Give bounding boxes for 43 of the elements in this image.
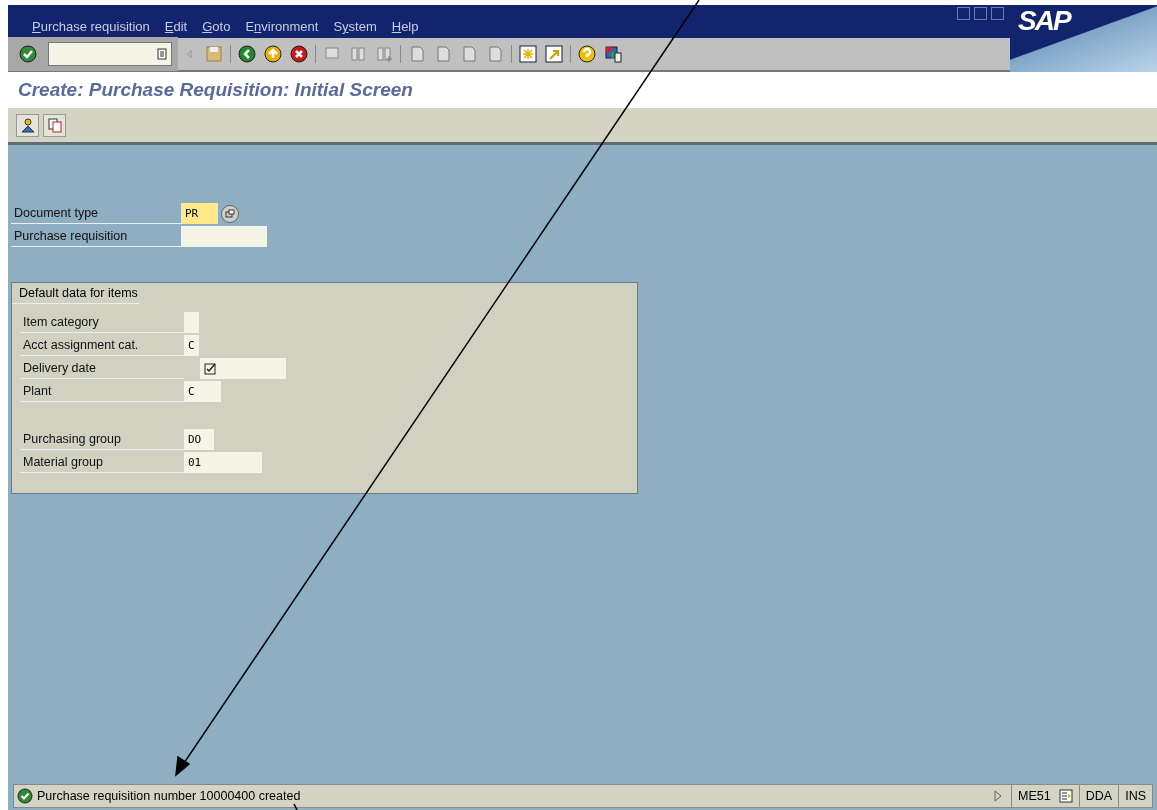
command-field[interactable] [48,42,172,66]
field-label: Delivery date [20,358,184,379]
exit-icon[interactable] [263,44,283,64]
enter-icon[interactable] [18,44,38,64]
history-icon [157,48,167,60]
input-field[interactable]: PR [181,203,218,224]
menu-item[interactable]: Purchase requisition [32,19,150,34]
save-icon[interactable] [204,44,224,64]
search-help-icon[interactable] [220,203,240,224]
new-session-icon[interactable] [518,44,538,64]
back-icon[interactable] [237,44,257,64]
input-field[interactable]: C [184,381,221,402]
restore-button[interactable] [974,7,987,20]
help-icon[interactable] [577,44,597,64]
input-field[interactable] [184,312,199,333]
screen-title: Create: Purchase Requisition: Initial Screen [18,79,413,101]
status-message: Purchase requisition number 10000400 created [36,789,301,803]
annotation-line [293,803,298,810]
menu-item[interactable]: Goto [202,19,231,34]
menu-item[interactable]: Environment [245,19,319,34]
person-icon[interactable] [16,113,39,137]
input-field[interactable] [200,358,286,379]
menu-item[interactable]: System [333,19,377,34]
logo: SAP [1010,5,1157,72]
insert-mode: INS [1118,785,1152,807]
find-next-icon[interactable] [374,44,394,64]
transaction-code: ME51 [1011,785,1079,807]
find-icon[interactable] [348,44,368,64]
layout-icon[interactable] [603,44,623,64]
input-field[interactable] [181,226,267,247]
minimize-button[interactable] [957,7,970,20]
input-field[interactable]: C [184,335,199,356]
cancel-icon[interactable] [289,44,309,64]
input-field[interactable]: DO [184,429,214,450]
required-check-icon [204,362,216,375]
success-icon [17,788,33,804]
system-name: DDA [1078,785,1119,807]
shortcut-icon[interactable] [544,44,564,64]
input-field[interactable]: 01 [184,452,262,473]
close-button[interactable] [991,7,1004,20]
menu-item[interactable]: Help [391,19,419,34]
list-icon [1058,789,1073,803]
menu-item[interactable]: Edit [164,19,188,34]
